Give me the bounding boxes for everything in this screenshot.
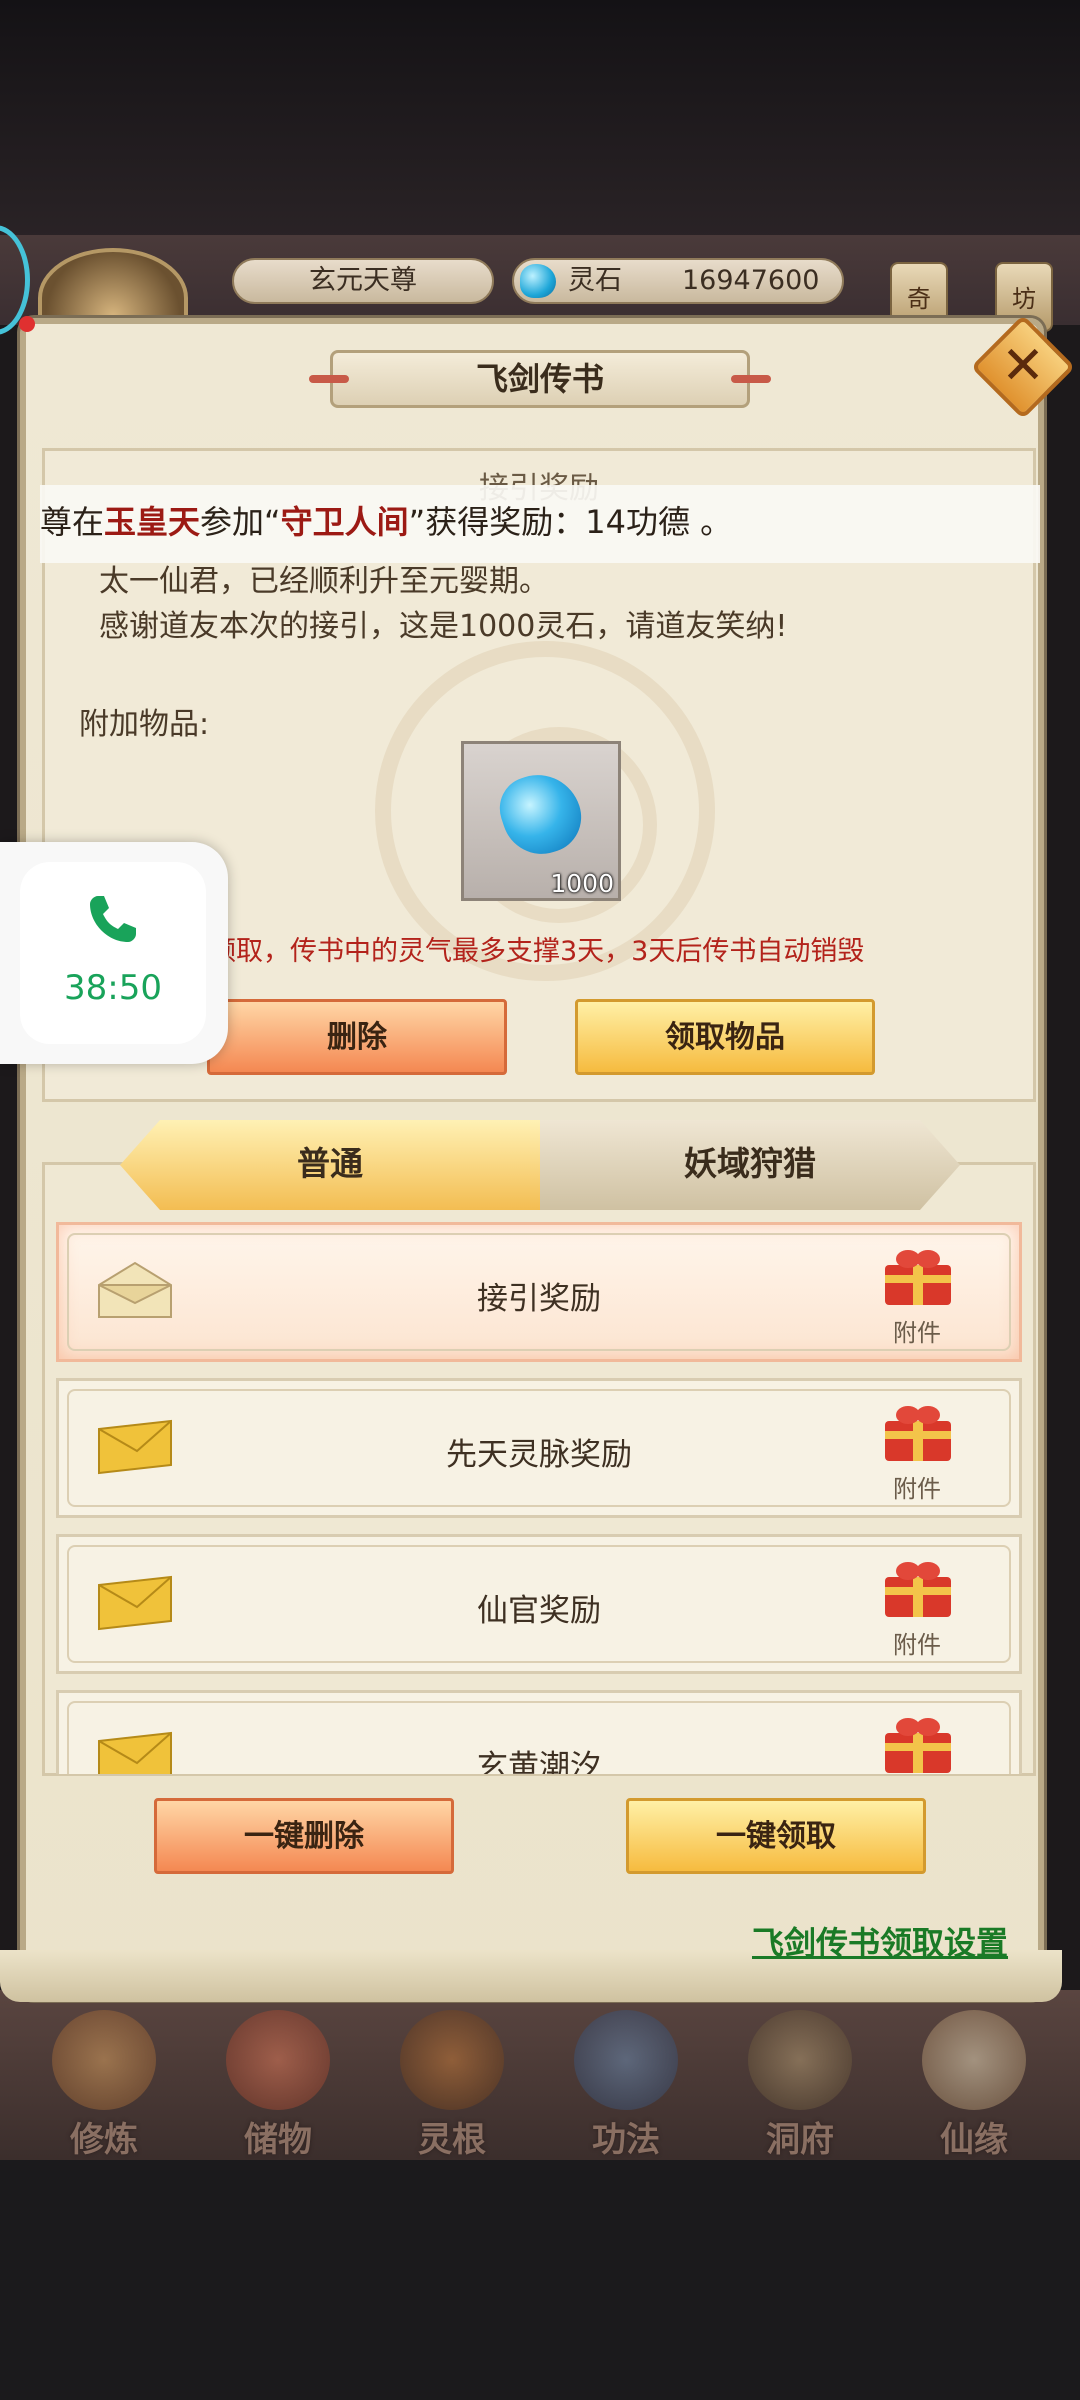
mail-list: 接引奖励 附件 先天灵脉奖励 附件 仙官奖励 附件 玄黄潮汐 [56,1222,1022,1774]
status-area [0,0,1080,240]
cave-dwelling-icon [748,2010,852,2110]
notification-dot [19,316,35,332]
tab-demon-hunt[interactable]: 妖域狩猎 [540,1120,960,1210]
mail-title: 玄黄潮汐 [477,1749,601,1774]
claim-items-button[interactable]: 领取物品 [575,999,875,1075]
marquee-text: 尊在 [40,503,105,541]
currency-value: 16947600 [682,265,820,296]
marquee-text: 参加“ [200,503,281,541]
attachment-item-slot[interactable]: 1000 [461,741,621,901]
broadcast-marquee: 尊在玉皇天参加“守卫人间”获得奖励：14功德 。 [40,485,1040,563]
nav-spirit-root[interactable]: 灵根 [382,2010,522,2160]
nav-techniques[interactable]: 功法 [556,2010,696,2160]
marquee-text: ”获得奖励：14功德 。 [408,503,733,541]
attachment-label: 附件 [893,1475,941,1503]
mail-body-line: 太一仙君，已经顺利升至元婴期。 [99,564,549,599]
nav-storage[interactable]: 储物 [208,2010,348,2160]
mail-list-item[interactable]: 玄黄潮汐 [56,1690,1022,1774]
nav-cave[interactable]: 洞府 [730,2010,870,2160]
technique-book-icon [574,2010,678,2110]
attachment-label: 附件 [893,1319,941,1347]
expiry-notice: 领取，传书中的灵气最多支撑3天，3天后传书自动销毁 [209,936,865,967]
marquee-event: 守卫人间 [280,503,409,541]
nav-label: 洞府 [766,2120,834,2160]
spirit-stone-icon [520,264,556,298]
currency-display: 灵石 16947600 [512,258,844,304]
nav-cultivate[interactable]: 修炼 [34,2010,174,2160]
attachment-label: 附件 [893,1631,941,1659]
mail-title: 先天灵脉奖励 [446,1437,632,1473]
fate-gourd-icon [922,2010,1026,2110]
player-name: 玄元天尊 [232,258,494,304]
mail-list-item[interactable]: 先天灵脉奖励 附件 [56,1378,1022,1518]
mail-list-item[interactable]: 接引奖励 附件 [56,1222,1022,1362]
spirit-root-icon [400,2010,504,2110]
mail-title: 接引奖励 [477,1281,601,1317]
nav-fate[interactable]: 仙缘 [904,2010,1044,2160]
call-timer: 38:50 [64,968,162,1008]
delete-button[interactable]: 删除 [207,999,507,1075]
gift-icon [885,1250,951,1305]
gift-icon [885,1406,951,1461]
claim-all-button[interactable]: 一键领取 [626,1798,926,1874]
nav-label: 修炼 [70,2120,138,2160]
marquee-place: 玉皇天 [104,503,201,541]
mail-body: 太一仙君，已经顺利升至元婴期。 感谢道友本次的接引，这是1000灵石，请道友笑纳… [99,559,787,649]
call-widget[interactable]: 38:50 [0,842,228,1064]
call-widget-inner: 38:50 [20,862,206,1044]
claim-settings-link[interactable]: 飞剑传书领取设置 [752,1918,1008,1964]
nav-label: 功法 [592,2120,660,2160]
item-quantity: 1000 [550,869,614,898]
cultivate-icon [52,2010,156,2110]
phone-icon [90,896,136,942]
mail-title: 仙官奖励 [477,1593,601,1629]
nav-label: 仙缘 [940,2120,1008,2160]
gift-icon [885,1718,951,1773]
mail-body-line: 感谢道友本次的接引，这是1000灵石，请道友笑纳! [99,609,788,644]
attachments-label: 附加物品: [79,707,210,742]
nav-label: 灵根 [418,2120,486,2160]
currency-label: 灵石 [568,265,622,296]
storage-bag-icon [226,2010,330,2110]
spirit-stone-icon [491,763,591,865]
bottom-filler [0,2160,1080,2400]
nav-label: 储物 [244,2120,312,2160]
close-icon: ✕ [1001,336,1045,396]
delete-all-button[interactable]: 一键删除 [154,1798,454,1874]
dialog-title: 飞剑传书 [309,350,771,408]
gift-icon [885,1562,951,1617]
tab-normal[interactable]: 普通 [120,1120,540,1210]
mail-list-item[interactable]: 仙官奖励 附件 [56,1534,1022,1674]
